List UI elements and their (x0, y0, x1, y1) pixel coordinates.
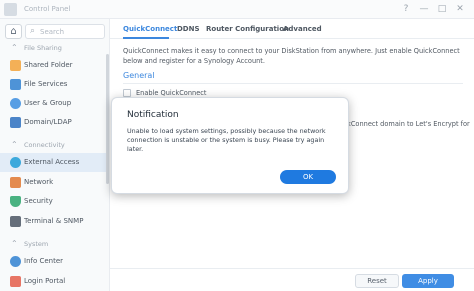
dialog-message: Unable to load system settings, possibly… (127, 127, 326, 153)
dialog-title: Notification (127, 110, 179, 120)
notification-dialog: Notification Unable to load system setti… (111, 97, 349, 194)
ok-button[interactable]: OK (280, 170, 336, 184)
